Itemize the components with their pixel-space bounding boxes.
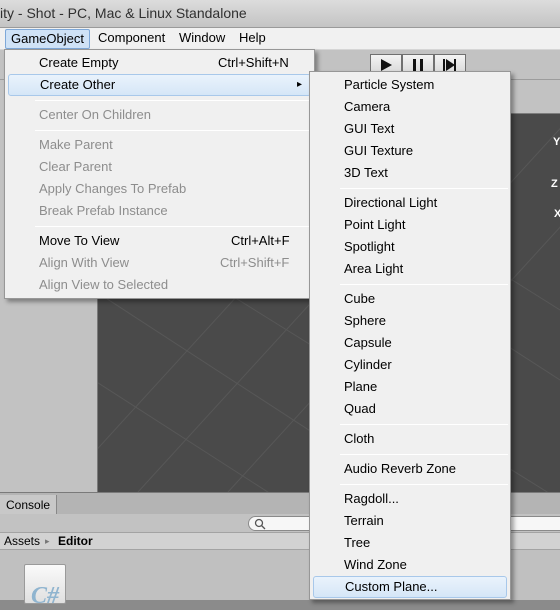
menu-item-label: Particle System <box>344 77 435 92</box>
menu-item-label: Cylinder <box>344 357 392 372</box>
menu-item-label: Create Empty <box>39 55 119 70</box>
menu-separator <box>35 100 311 101</box>
menu-item-label: Point Light <box>344 217 406 232</box>
axis-label-x: X <box>554 208 560 220</box>
menu-item-camera[interactable]: Camera <box>311 96 509 118</box>
menu-item-point-light[interactable]: Point Light <box>311 214 509 236</box>
menu-item-cloth[interactable]: Cloth <box>311 428 509 450</box>
menu-item-create-empty[interactable]: Create Empty Ctrl+Shift+N <box>6 52 313 74</box>
menu-item-label: Cube <box>344 291 376 306</box>
menu-item-label: Move To View <box>39 233 120 248</box>
menu-item-label: Make Parent <box>39 137 113 152</box>
gameobject-menu: Create Empty Ctrl+Shift+N Create Other ▸… <box>4 49 315 299</box>
menu-item-label: Camera <box>344 99 391 114</box>
axis-label-y: Y <box>553 136 560 148</box>
menu-item-label: Terrain <box>344 513 384 528</box>
submenu-arrow-icon: ▸ <box>297 79 303 90</box>
menu-item-make-parent[interactable]: Make Parent <box>6 134 313 156</box>
menu-window[interactable]: Window <box>174 29 230 49</box>
menu-item-shortcut: Ctrl+Shift+N <box>218 55 289 70</box>
menu-item-capsule[interactable]: Capsule <box>311 332 509 354</box>
menu-item-label: Clear Parent <box>39 159 112 174</box>
menu-item-apply-changes-to-prefab[interactable]: Apply Changes To Prefab <box>6 178 313 200</box>
menu-item-label: Break Prefab Instance <box>39 203 168 218</box>
menu-item-label: Center On Children <box>39 107 151 122</box>
menu-item-quad[interactable]: Quad <box>311 398 509 420</box>
menu-item-label: Directional Light <box>344 195 438 210</box>
menu-bar: GameObject Component Window Help <box>0 28 560 50</box>
axis-label-z: Z <box>551 178 558 190</box>
menu-separator <box>340 284 508 285</box>
csharp-glyph: C# <box>31 583 60 609</box>
menu-item-plane[interactable]: Plane <box>311 376 509 398</box>
menu-gameobject[interactable]: GameObject <box>5 29 90 49</box>
menu-item-directional-light[interactable]: Directional Light <box>311 192 509 214</box>
menu-item-center-on-children[interactable]: Center On Children <box>6 104 313 126</box>
menu-item-break-prefab-instance[interactable]: Break Prefab Instance <box>6 200 313 222</box>
tab-console[interactable]: Console <box>0 495 58 515</box>
menu-item-label: Quad <box>344 401 376 416</box>
pause-icon <box>413 59 423 71</box>
menu-component[interactable]: Component <box>93 29 170 49</box>
menu-item-label: GUI Texture <box>344 143 414 158</box>
menu-item-label: Custom Plane... <box>345 579 438 594</box>
window-titlebar: ity - Shot - PC, Mac & Linux Standalone <box>0 0 560 28</box>
menu-item-move-to-view[interactable]: Move To View Ctrl+Alt+F <box>6 230 313 252</box>
menu-separator <box>35 130 311 131</box>
window-title: ity - Shot - PC, Mac & Linux Standalone <box>0 5 247 21</box>
menu-item-label: Create Other <box>40 77 116 92</box>
breadcrumb-separator-icon: ▸ <box>45 536 50 546</box>
menu-help[interactable]: Help <box>234 29 271 49</box>
menu-item-spotlight[interactable]: Spotlight <box>311 236 509 258</box>
create-other-submenu: Particle System Camera GUI Text GUI Text… <box>309 71 511 600</box>
menu-separator <box>340 484 508 485</box>
menu-item-label: Tree <box>344 535 371 550</box>
menu-item-terrain[interactable]: Terrain <box>311 510 509 532</box>
menu-item-label: Audio Reverb Zone <box>344 461 457 476</box>
menu-item-label: Ragdoll... <box>344 491 399 506</box>
menu-item-ragdoll[interactable]: Ragdoll... <box>311 488 509 510</box>
menu-item-cylinder[interactable]: Cylinder <box>311 354 509 376</box>
menu-item-label: Align View to Selected <box>39 277 169 292</box>
menu-item-label: Align With View <box>39 255 130 270</box>
menu-item-cube[interactable]: Cube <box>311 288 509 310</box>
menu-item-shortcut: Ctrl+Alt+F <box>231 233 290 248</box>
menu-item-label: Cloth <box>344 431 375 446</box>
csharp-script-icon[interactable]: C# <box>24 564 66 609</box>
search-icon <box>254 518 266 530</box>
menu-item-label: Area Light <box>344 261 404 276</box>
menu-item-gui-texture[interactable]: GUI Texture <box>311 140 509 162</box>
menu-item-label: Sphere <box>344 313 386 328</box>
menu-item-align-with-view[interactable]: Align With View Ctrl+Shift+F <box>6 252 313 274</box>
menu-item-wind-zone[interactable]: Wind Zone <box>311 554 509 576</box>
menu-separator <box>340 454 508 455</box>
menu-item-custom-plane[interactable]: Custom Plane... <box>313 576 507 598</box>
menu-item-area-light[interactable]: Area Light <box>311 258 509 280</box>
menu-item-align-view-to-selected[interactable]: Align View to Selected <box>6 274 313 296</box>
menu-item-label: Spotlight <box>344 239 395 254</box>
menu-item-label: Plane <box>344 379 378 394</box>
menu-item-label: 3D Text <box>344 165 388 180</box>
play-icon <box>381 59 392 71</box>
breadcrumb-assets[interactable]: Assets <box>4 534 40 548</box>
menu-item-3d-text[interactable]: 3D Text <box>311 162 509 184</box>
menu-item-label: Apply Changes To Prefab <box>39 181 187 196</box>
step-icon <box>443 59 456 71</box>
menu-item-label: GUI Text <box>344 121 395 136</box>
menu-item-particle-system[interactable]: Particle System <box>311 74 509 96</box>
breadcrumb-editor[interactable]: Editor <box>58 534 93 548</box>
menu-item-gui-text[interactable]: GUI Text <box>311 118 509 140</box>
menu-item-clear-parent[interactable]: Clear Parent <box>6 156 313 178</box>
menu-item-tree[interactable]: Tree <box>311 532 509 554</box>
menu-separator <box>340 188 508 189</box>
menu-item-sphere[interactable]: Sphere <box>311 310 509 332</box>
menu-item-audio-reverb-zone[interactable]: Audio Reverb Zone <box>311 458 509 480</box>
menu-separator <box>340 424 508 425</box>
menu-item-label: Wind Zone <box>344 557 407 572</box>
menu-item-shortcut: Ctrl+Shift+F <box>220 255 290 270</box>
menu-item-label: Capsule <box>344 335 392 350</box>
menu-item-create-other[interactable]: Create Other ▸ <box>8 74 311 96</box>
menu-separator <box>35 226 311 227</box>
